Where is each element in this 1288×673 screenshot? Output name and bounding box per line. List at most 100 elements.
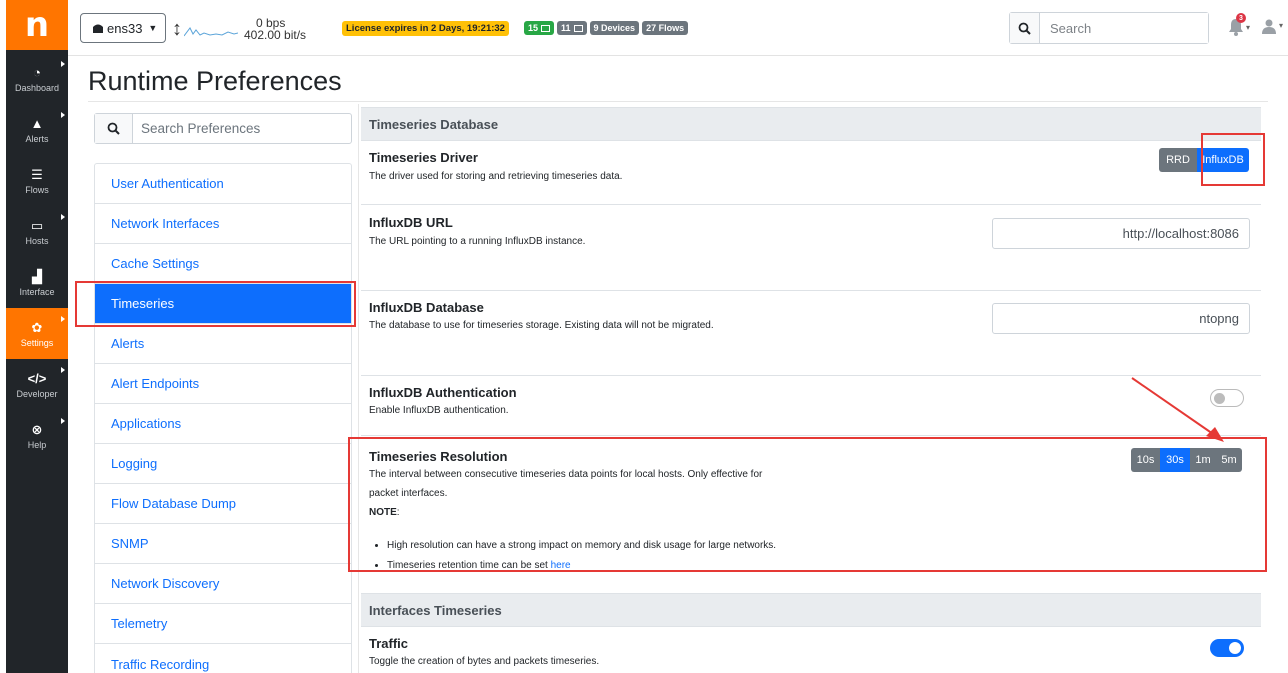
resolution-option-1m[interactable]: 1m [1190,448,1216,472]
sidebar-item-flows[interactable]: ☰ Flows [6,155,68,206]
interface-name: ens33 [107,20,143,36]
interface-selector[interactable]: ens33 ▼ [80,13,166,43]
pref-description: Toggle the creation of bytes and packets… [369,656,600,667]
sidebar-item-alerts[interactable]: ▲ Alerts [6,104,68,155]
caret-right-icon [61,61,65,67]
pref-item-applications[interactable]: Applications [95,404,351,444]
pref-description-line2: packet interfaces. [369,488,448,499]
code-icon: </> [27,370,47,386]
pref-row-timeseries-driver: Timeseries Driver The driver used for st… [361,141,1261,205]
switch-knob [1214,393,1225,404]
influxdb-url-input[interactable] [992,218,1250,249]
sidebar-item-label: Settings [20,337,54,348]
page-title: Runtime Preferences [88,66,342,96]
gauge-icon: ◔ [33,64,41,80]
warning-icon: ▲ [30,115,44,131]
section-header-timeseries-database: Timeseries Database [361,107,1261,141]
sidebar-item-label: Hosts [25,235,49,246]
pref-description: The driver used for storing and retrievi… [369,171,623,182]
laptop-icon: ▭ [30,217,44,233]
flows-icon: ☰ [31,166,43,182]
preferences-search-input[interactable] [133,114,343,143]
traffic-rates: 0 bps 402.00 bit/s [244,17,306,41]
pref-row-timeseries-resolution: Timeseries Resolution The interval betwe… [361,436,1261,570]
local-hosts-badge[interactable]: 15 [524,21,555,35]
retention-settings-link[interactable]: here [551,560,571,570]
influxdb-auth-switch[interactable] [1210,389,1244,407]
pref-item-telemetry[interactable]: Telemetry [95,604,351,644]
note-label: NOTE: [369,507,400,518]
ethernet-icon: ▟ [32,268,42,284]
resolution-option-10s[interactable]: 10s [1131,448,1160,472]
caret-down-icon: ▼ [148,23,158,33]
traffic-sparkline [184,27,238,37]
content-divider [358,104,359,673]
remote-hosts-badge[interactable]: 11 [557,21,587,35]
user-icon [1262,19,1276,34]
switch-knob [1229,642,1241,654]
status-badges: 15 11 9 Devices 27 Flows [524,21,689,35]
pref-title: InfluxDB Authentication [369,385,517,400]
resolution-option-5m[interactable]: 5m [1216,448,1242,472]
global-search-input[interactable] [1040,13,1208,43]
pref-item-flow-database-dump[interactable]: Flow Database Dump [95,484,351,524]
pref-item-network-discovery[interactable]: Network Discovery [95,564,351,604]
pref-row-traffic: Traffic Toggle the creation of bytes and… [361,627,1261,673]
pref-title: Timeseries Resolution [369,449,508,464]
user-menu[interactable]: ▾ [1261,18,1283,39]
pref-description-line1: The interval between consecutive timeser… [369,469,763,480]
devices-badge[interactable]: 9 Devices [589,21,640,35]
pref-row-influxdb-authentication: InfluxDB Authentication Enable InfluxDB … [361,376,1261,436]
note-item: High resolution can have a strong impact… [387,536,776,556]
sidebar-item-label: Alerts [25,133,49,144]
pref-title: Traffic [369,636,409,651]
laptop-icon [541,24,551,32]
pref-description: The URL pointing to a running InfluxDB i… [369,236,586,247]
driver-option-influxdb[interactable]: InfluxDB [1197,148,1249,172]
pref-item-timeseries[interactable]: Timeseries [95,284,351,324]
pref-description: The database to use for timeseries stora… [369,320,714,331]
flows-badge[interactable]: 27 Flows [642,21,689,35]
pref-item-alert-endpoints[interactable]: Alert Endpoints [95,364,351,404]
pref-item-traffic-recording[interactable]: Traffic Recording [95,644,351,673]
remote-hosts-count: 11 [561,23,571,33]
resolution-option-30s[interactable]: 30s [1160,448,1190,472]
pref-item-logging[interactable]: Logging [95,444,351,484]
sidebar-item-hosts[interactable]: ▭ Hosts [6,206,68,257]
pref-description: Enable InfluxDB authentication. [369,405,509,416]
traffic-timeseries-switch[interactable] [1210,639,1244,657]
pref-item-alerts[interactable]: Alerts [95,324,351,364]
gear-icon: ✿ [31,319,43,335]
pref-item-snmp[interactable]: SNMP [95,524,351,564]
sidebar-item-settings[interactable]: ✿ Settings [6,308,68,359]
section-header-interfaces-timeseries: Interfaces Timeseries [361,593,1261,627]
caret-right-icon [61,367,65,373]
global-search [1009,12,1209,44]
influxdb-database-input[interactable] [992,303,1250,334]
traffic-indicator[interactable]: ↕ 0 bps 402.00 bit/s [172,14,306,44]
driver-option-rrd[interactable]: RRD [1159,148,1197,172]
timeseries-resolution-toggle: 10s 30s 1m 5m [1131,448,1242,472]
preferences-menu: User Authentication Network Interfaces C… [94,163,352,673]
sidebar-item-interface[interactable]: ▟ Interface [6,257,68,308]
pref-item-network-interfaces[interactable]: Network Interfaces [95,204,351,244]
sidebar-item-dashboard[interactable]: ◔ Dashboard [6,53,68,104]
ntopng-logo[interactable]: n [6,0,68,50]
caret-right-icon [61,214,65,220]
ethernet-icon [93,24,103,33]
pref-item-cache-settings[interactable]: Cache Settings [95,244,351,284]
caret-down-icon: ▾ [1279,21,1284,30]
sidebar-item-label: Help [27,439,47,450]
preferences-search [94,113,352,144]
license-badge: License expires in 2 Days, 19:21:32 [342,21,509,36]
sidebar-item-label: Flows [25,184,49,195]
notifications-menu[interactable]: 3 ▾ [1228,13,1250,41]
sidebar-item-label: Developer [16,388,58,399]
sidebar-item-help[interactable]: ⊗ Help [6,410,68,461]
title-divider [88,101,1268,102]
note-item: Timeseries retention time can be set her… [387,556,776,570]
timeseries-driver-toggle: RRD InfluxDB [1159,148,1249,172]
note-list: High resolution can have a strong impact… [387,536,776,570]
pref-item-user-authentication[interactable]: User Authentication [95,164,351,204]
sidebar-item-developer[interactable]: </> Developer [6,359,68,410]
